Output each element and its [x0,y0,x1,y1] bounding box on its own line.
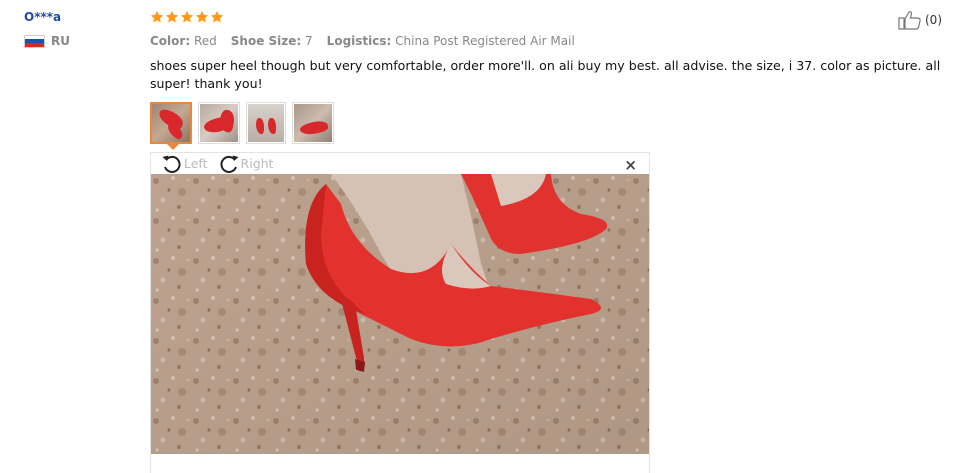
close-icon[interactable]: × [624,156,637,174]
photo-thumbnails [150,102,334,150]
russia-flag-icon [24,34,45,48]
thumbnail-2[interactable] [198,102,240,144]
review-photo [151,174,649,454]
rotate-left-label: Left [184,156,208,171]
reviewer-info: O***a RU [24,10,134,48]
order-attributes: Color: Red Shoe Size: 7 Logistics: China… [150,34,950,48]
attribute-color: Color: Red [150,34,217,48]
reviewer-name[interactable]: O***a [24,10,134,24]
thumbnail-3[interactable] [246,102,286,144]
rotate-right-label: Right [240,156,274,171]
attribute-shoe-size: Shoe Size: 7 [230,34,313,48]
thumbnail-4[interactable] [292,102,334,144]
star-icon [195,10,209,25]
star-icon [165,10,179,25]
star-icon [210,10,224,25]
helpful-count: (0) [925,13,942,27]
active-thumbnail-indicator [166,143,180,150]
rotate-right-icon [218,154,240,174]
viewer-toolbar: Left Right × [151,153,649,174]
helpful-button[interactable]: (0) [898,10,942,30]
country-code: RU [51,34,70,48]
review-comment: shoes super heel though but very comfort… [150,58,941,91]
thumbs-up-icon [898,10,922,30]
star-icon [150,10,164,25]
rotate-left-icon [161,154,183,174]
photo-viewer: Left Right × [150,152,650,473]
star-rating [150,10,950,26]
star-icon [180,10,194,25]
reviewer-country: RU [24,34,134,48]
rotate-left-button[interactable]: Left [161,154,208,174]
thumbnail-1[interactable] [150,102,192,150]
review-header: Color: Red Shoe Size: 7 Logistics: China… [150,10,950,48]
attribute-logistics: Logistics: China Post Registered Air Mai… [326,34,575,48]
rotate-right-button[interactable]: Right [218,154,274,174]
